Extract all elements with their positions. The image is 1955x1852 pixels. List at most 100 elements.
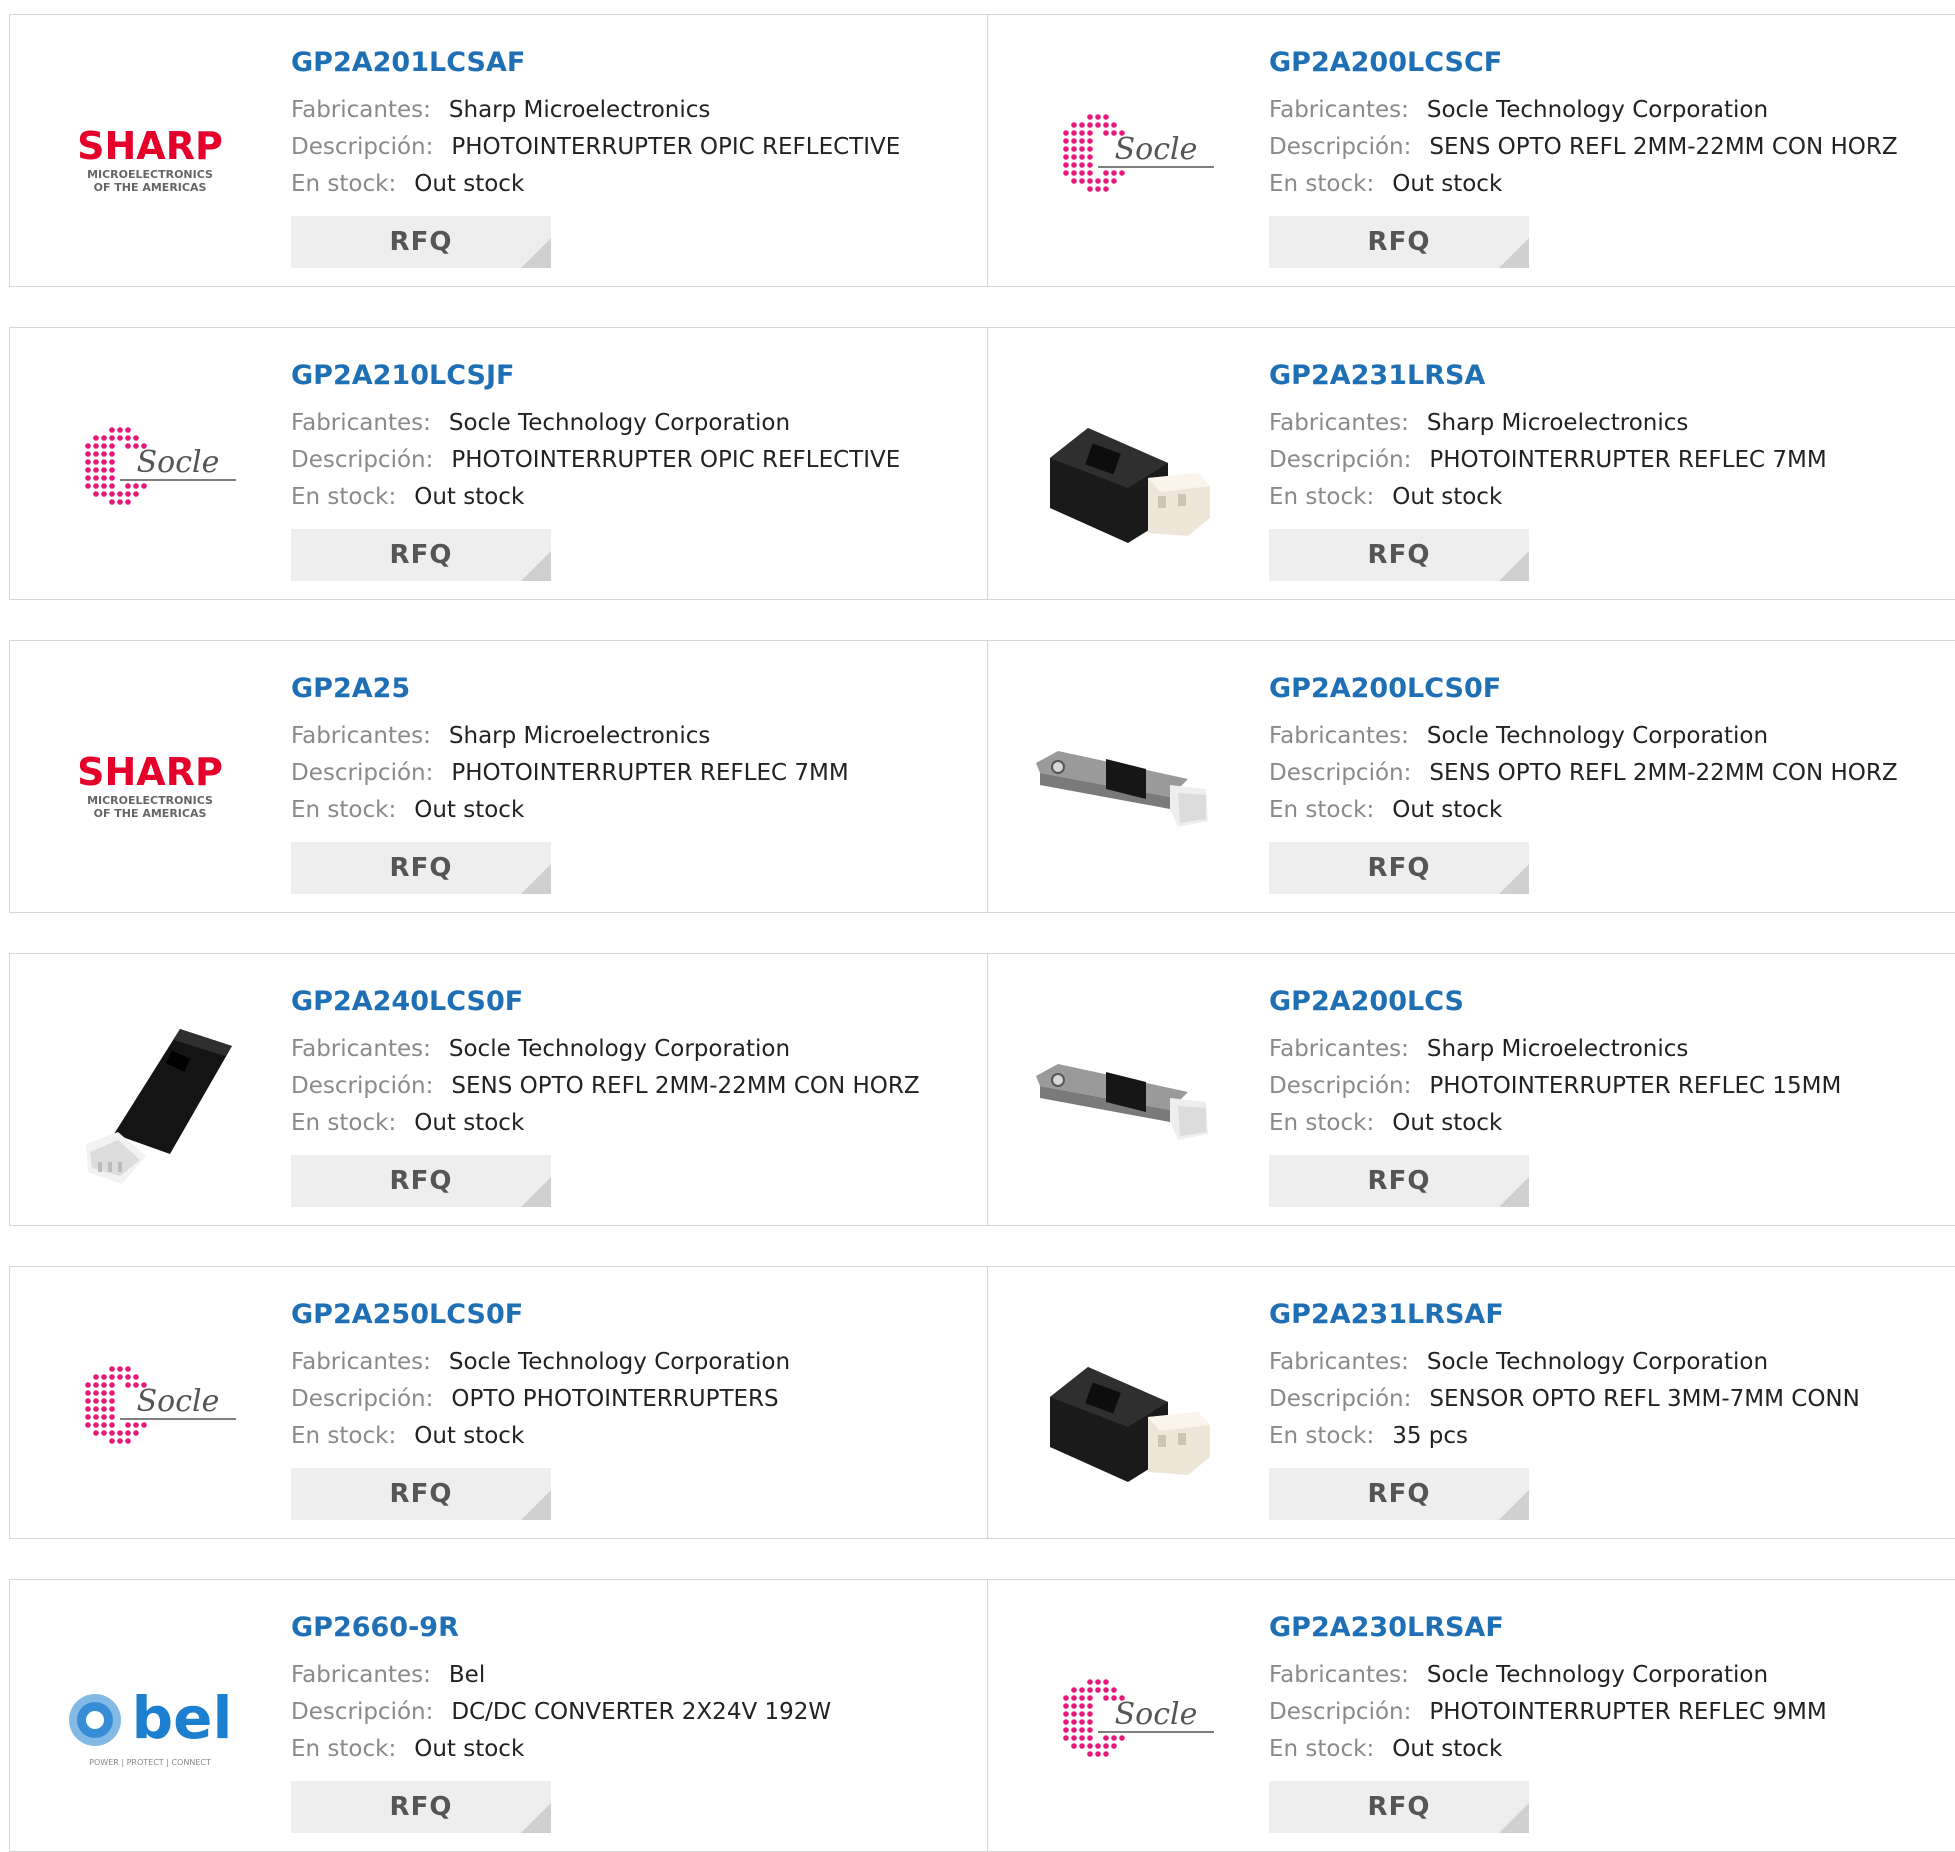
stock-value: Out stock <box>414 1423 525 1449</box>
sensor-vertical-product-image[interactable] <box>50 994 250 1194</box>
rfq-button[interactable]: RFQ <box>291 529 551 581</box>
socle-logo-icon[interactable]: Socle <box>1028 55 1228 255</box>
part-number-link[interactable]: GP2A230LRSAF <box>1269 1610 1949 1646</box>
part-number-link[interactable]: GP2A200LCS <box>1269 984 1949 1020</box>
manufacturer-label: Fabricantes: <box>1269 723 1409 749</box>
stock-row: En stock: Out stock <box>1269 1731 1949 1768</box>
manufacturer-row: Fabricantes: Sharp Microelectronics <box>291 92 971 129</box>
rfq-button[interactable]: RFQ <box>291 1468 551 1520</box>
manufacturer-value: Socle Technology Corporation <box>1426 1662 1769 1688</box>
stock-label: En stock: <box>1269 171 1375 197</box>
part-number-link[interactable]: GP2A250LCS0F <box>291 1297 971 1333</box>
rfq-label: RFQ <box>389 1166 453 1196</box>
stock-row: En stock: Out stock <box>1269 166 1949 203</box>
product-card: Socle GP2A230LRSAF Fabricantes: Socle Tec… <box>988 1580 1955 1851</box>
manufacturer-label: Fabricantes: <box>291 1349 431 1375</box>
part-number-link[interactable]: GP2A210LCSJF <box>291 358 971 394</box>
description-value: PHOTOINTERRUPTER OPIC REFLECTIVE <box>451 447 901 473</box>
rfq-button[interactable]: RFQ <box>291 1781 551 1833</box>
product-card: GP2A200LCS Fabricantes: Sharp Microelectr… <box>988 954 1955 1225</box>
rfq-button[interactable]: RFQ <box>1269 529 1529 581</box>
rfq-button[interactable]: RFQ <box>291 842 551 894</box>
part-number-link[interactable]: GP2A231LRSAF <box>1269 1297 1949 1333</box>
product-info: GP2A25 Fabricantes: Sharp Microelectronic… <box>291 671 971 829</box>
part-number-link[interactable]: GP2A240LCS0F <box>291 984 971 1020</box>
manufacturer-value: Sharp Microelectronics <box>448 97 711 123</box>
bel-logo-icon[interactable]: bel POWER | PROTECT | CONNECT <box>50 1620 250 1820</box>
rfq-label: RFQ <box>389 227 453 257</box>
svg-text:MICROELECTRONICS: MICROELECTRONICS <box>87 794 213 807</box>
manufacturer-label: Fabricantes: <box>291 410 431 436</box>
stock-value: Out stock <box>1392 484 1503 510</box>
svg-text:OF THE AMERICAS: OF THE AMERICAS <box>94 807 207 820</box>
part-number-link[interactable]: GP2A25 <box>291 671 971 707</box>
manufacturer-row: Fabricantes: Socle Technology Corporation <box>1269 1344 1949 1381</box>
product-card: GP2A240LCS0F Fabricantes: Socle Technolog… <box>10 954 987 1225</box>
manufacturer-row: Fabricantes: Socle Technology Corporation <box>1269 92 1949 129</box>
manufacturer-label: Fabricantes: <box>291 723 431 749</box>
rfq-button[interactable]: RFQ <box>1269 842 1529 894</box>
rfq-button[interactable]: RFQ <box>1269 216 1529 268</box>
stock-label: En stock: <box>1269 1736 1375 1762</box>
stock-row: En stock: Out stock <box>291 1731 971 1768</box>
rfq-button[interactable]: RFQ <box>1269 1155 1529 1207</box>
product-info: GP2A201LCSAF Fabricantes: Sharp Microelec… <box>291 45 971 203</box>
part-number-link[interactable]: GP2A200LCS0F <box>1269 671 1949 707</box>
stock-row: En stock: 35 pcs <box>1269 1418 1949 1455</box>
part-number-link[interactable]: GP2A231LRSA <box>1269 358 1949 394</box>
description-label: Descripción: <box>1269 1073 1412 1099</box>
rfq-label: RFQ <box>389 853 453 883</box>
stock-row: En stock: Out stock <box>1269 1105 1949 1142</box>
rfq-button[interactable]: RFQ <box>291 216 551 268</box>
svg-text:OF THE AMERICAS: OF THE AMERICAS <box>94 181 207 194</box>
stock-value: Out stock <box>414 1110 525 1136</box>
product-card: GP2A231LRSAF Fabricantes: Socle Technolog… <box>988 1267 1955 1538</box>
rfq-label: RFQ <box>1367 1479 1431 1509</box>
svg-text:Socle: Socle <box>1115 1697 1198 1732</box>
corner-triangle-icon <box>1499 551 1529 581</box>
description-label: Descripción: <box>291 760 434 786</box>
manufacturer-row: Fabricantes: Socle Technology Corporation <box>1269 718 1949 755</box>
manufacturer-value: Socle Technology Corporation <box>448 410 791 436</box>
rfq-label: RFQ <box>1367 1792 1431 1822</box>
stock-label: En stock: <box>1269 1423 1375 1449</box>
description-value: PHOTOINTERRUPTER REFLEC 15MM <box>1429 1073 1842 1099</box>
rfq-label: RFQ <box>1367 853 1431 883</box>
description-row: Descripción: SENS OPTO REFL 2MM-22MM CON … <box>1269 129 1949 166</box>
rfq-label: RFQ <box>1367 227 1431 257</box>
part-number-link[interactable]: GP2660-9R <box>291 1610 971 1646</box>
description-row: Descripción: PHOTOINTERRUPTER REFLEC 7MM <box>291 755 971 792</box>
product-row: Socle GP2A210LCSJF Fabricantes: Socle Tec… <box>9 327 1955 600</box>
stock-value: Out stock <box>1392 1110 1503 1136</box>
sensor-bar-product-image[interactable] <box>1028 681 1228 881</box>
socle-logo-icon[interactable]: Socle <box>1028 1620 1228 1820</box>
corner-triangle-icon <box>1499 1490 1529 1520</box>
manufacturer-value: Sharp Microelectronics <box>1426 1036 1689 1062</box>
rfq-button[interactable]: RFQ <box>1269 1468 1529 1520</box>
sharp-logo-icon[interactable]: SHARP MICROELECTRONICS OF THE AMERICAS <box>50 681 250 881</box>
manufacturer-label: Fabricantes: <box>1269 1662 1409 1688</box>
description-value: DC/DC CONVERTER 2X24V 192W <box>451 1699 832 1725</box>
rfq-button[interactable]: RFQ <box>291 1155 551 1207</box>
rfq-label: RFQ <box>389 1479 453 1509</box>
sharp-logo-icon[interactable]: SHARP MICROELECTRONICS OF THE AMERICAS <box>50 55 250 255</box>
description-row: Descripción: SENSOR OPTO REFL 3MM-7MM CON… <box>1269 1381 1949 1418</box>
stock-label: En stock: <box>1269 1110 1375 1136</box>
svg-text:MICROELECTRONICS: MICROELECTRONICS <box>87 168 213 181</box>
rfq-label: RFQ <box>389 1792 453 1822</box>
svg-text:Socle: Socle <box>137 1384 220 1419</box>
rfq-button[interactable]: RFQ <box>1269 1781 1529 1833</box>
sensor-block-product-image[interactable] <box>1028 1307 1228 1507</box>
sensor-bar-product-image[interactable] <box>1028 994 1228 1194</box>
description-value: OPTO PHOTOINTERRUPTERS <box>451 1386 779 1412</box>
manufacturer-row: Fabricantes: Sharp Microelectronics <box>1269 1031 1949 1068</box>
sensor-block-product-image[interactable] <box>1028 368 1228 568</box>
part-number-link[interactable]: GP2A201LCSAF <box>291 45 971 81</box>
socle-logo-icon[interactable]: Socle <box>50 368 250 568</box>
manufacturer-value: Sharp Microelectronics <box>448 723 711 749</box>
description-row: Descripción: DC/DC CONVERTER 2X24V 192W <box>291 1694 971 1731</box>
manufacturer-value: Socle Technology Corporation <box>1426 97 1769 123</box>
part-number-link[interactable]: GP2A200LCSCF <box>1269 45 1949 81</box>
description-value: PHOTOINTERRUPTER REFLEC 7MM <box>451 760 849 786</box>
socle-logo-icon[interactable]: Socle <box>50 1307 250 1507</box>
